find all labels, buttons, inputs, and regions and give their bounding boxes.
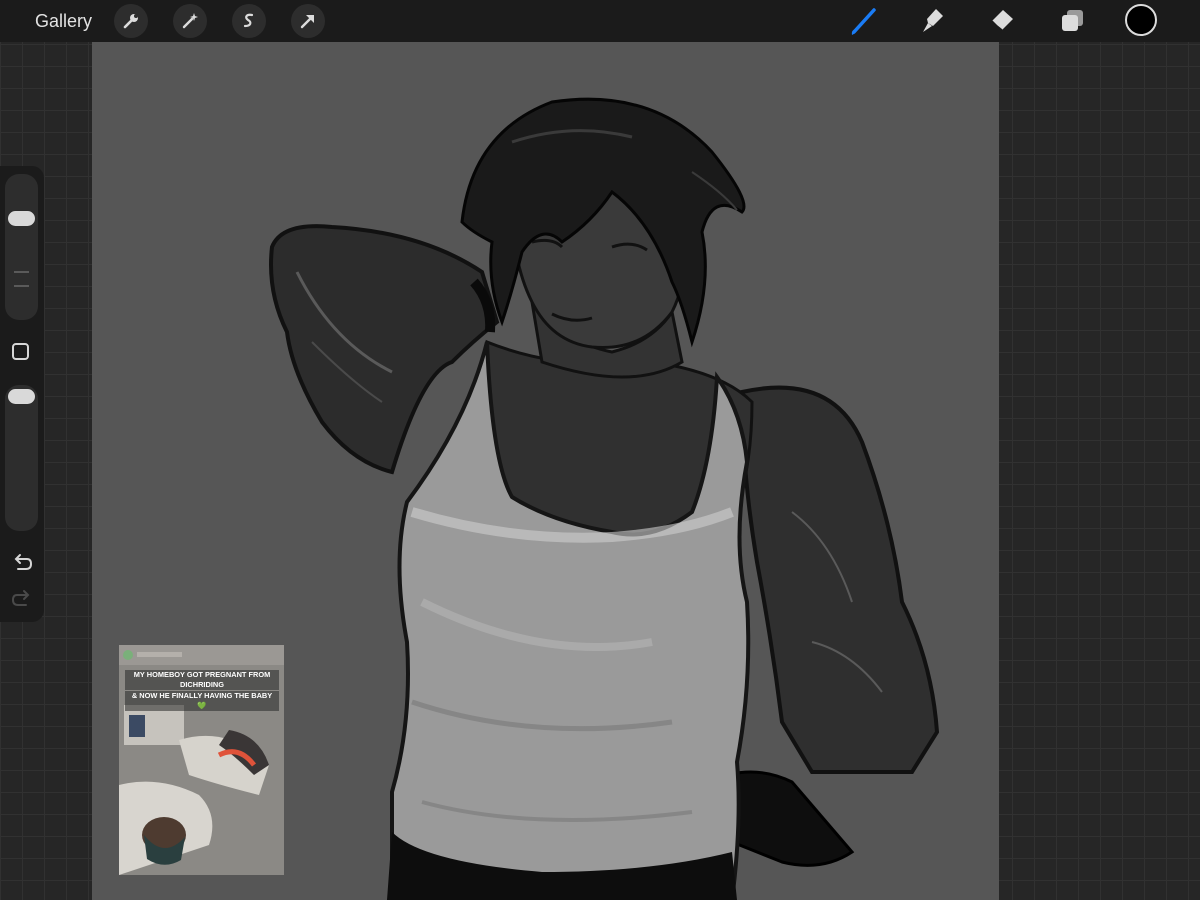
brush-icon[interactable] [846,4,882,38]
eraser-icon[interactable] [984,4,1020,38]
caption-line-1: MY HOMEBOY GOT PREGNANT FROM DICHRIDING [125,670,279,690]
undo-icon[interactable] [11,553,33,573]
gallery-button[interactable]: Gallery [35,10,92,32]
brush-size-slider[interactable] [5,174,38,320]
opacity-slider[interactable] [5,385,38,531]
magic-wand-icon[interactable] [173,4,207,38]
brush-size-thumb[interactable] [8,211,35,226]
green-heart-emoji: 💚 [197,701,207,710]
move-arrow-icon[interactable] [291,4,325,38]
top-toolbar: Gallery [0,0,1200,42]
color-picker-button[interactable] [1125,4,1157,36]
caption-line-2-text: & NOW HE FINALLY HAVING THE BABY [131,691,273,700]
left-sidebar [0,166,44,622]
wrench-icon[interactable] [114,4,148,38]
square-modify-icon[interactable] [12,343,29,360]
reference-image[interactable]: MY HOMEBOY GOT PREGNANT FROM DICHRIDING … [119,645,284,875]
opacity-thumb[interactable] [8,389,35,404]
smudge-icon[interactable] [915,4,951,38]
reference-caption: MY HOMEBOY GOT PREGNANT FROM DICHRIDING … [125,670,279,712]
redo-icon[interactable] [11,589,33,609]
caption-line-2: & NOW HE FINALLY HAVING THE BABY 💚 [125,691,279,711]
layers-icon[interactable] [1054,4,1090,38]
selection-icon[interactable] [232,4,266,38]
